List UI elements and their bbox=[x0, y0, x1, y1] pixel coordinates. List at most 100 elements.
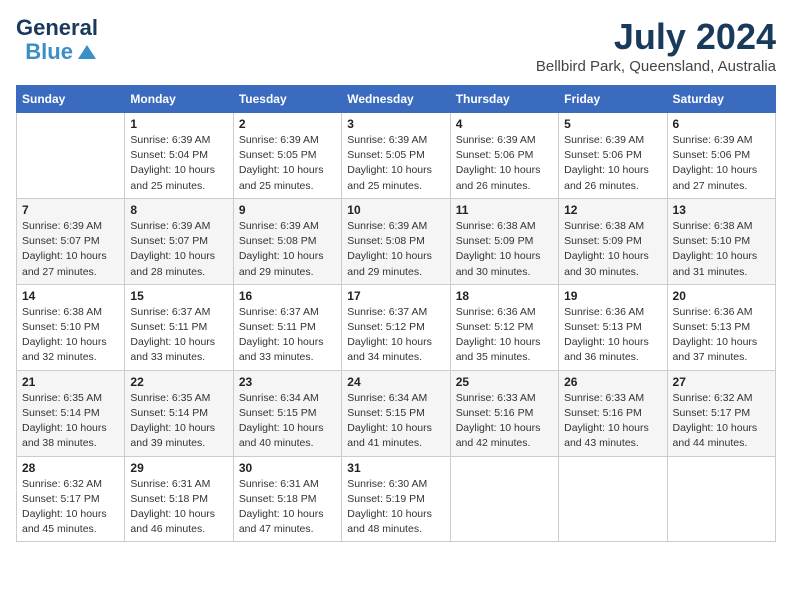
calendar-cell: 9 Sunrise: 6:39 AM Sunset: 5:08 PM Daylig… bbox=[233, 198, 341, 284]
day-number: 20 bbox=[673, 289, 770, 303]
day-detail: Sunrise: 6:31 AM Sunset: 5:18 PM Dayligh… bbox=[239, 477, 336, 538]
calendar-cell: 30 Sunrise: 6:31 AM Sunset: 5:18 PM Dayli… bbox=[233, 456, 341, 542]
day-number: 28 bbox=[22, 461, 119, 475]
day-number: 29 bbox=[130, 461, 227, 475]
logo-text-blue: Blue bbox=[25, 40, 73, 64]
day-detail: Sunrise: 6:39 AM Sunset: 5:07 PM Dayligh… bbox=[130, 219, 227, 280]
day-number: 18 bbox=[456, 289, 553, 303]
calendar-cell: 20 Sunrise: 6:36 AM Sunset: 5:13 PM Dayli… bbox=[667, 284, 775, 370]
day-detail: Sunrise: 6:38 AM Sunset: 5:09 PM Dayligh… bbox=[564, 219, 661, 280]
calendar-cell: 17 Sunrise: 6:37 AM Sunset: 5:12 PM Dayli… bbox=[342, 284, 450, 370]
day-detail: Sunrise: 6:39 AM Sunset: 5:08 PM Dayligh… bbox=[239, 219, 336, 280]
day-detail: Sunrise: 6:34 AM Sunset: 5:15 PM Dayligh… bbox=[239, 391, 336, 452]
day-number: 19 bbox=[564, 289, 661, 303]
day-detail: Sunrise: 6:35 AM Sunset: 5:14 PM Dayligh… bbox=[130, 391, 227, 452]
calendar-week-4: 21 Sunrise: 6:35 AM Sunset: 5:14 PM Dayli… bbox=[17, 370, 776, 456]
day-number: 12 bbox=[564, 203, 661, 217]
calendar-header-row: SundayMondayTuesdayWednesdayThursdayFrid… bbox=[17, 86, 776, 113]
logo: General Blue bbox=[16, 16, 98, 64]
day-number: 4 bbox=[456, 117, 553, 131]
calendar-cell: 13 Sunrise: 6:38 AM Sunset: 5:10 PM Dayli… bbox=[667, 198, 775, 284]
calendar-cell: 10Sunrise: 6:39 AM Sunset: 5:08 PM Dayli… bbox=[342, 198, 450, 284]
calendar-cell: 27 Sunrise: 6:32 AM Sunset: 5:17 PM Dayli… bbox=[667, 370, 775, 456]
day-detail: Sunrise: 6:39 AM Sunset: 5:05 PM Dayligh… bbox=[239, 133, 336, 194]
calendar-cell: 6 Sunrise: 6:39 AM Sunset: 5:06 PM Daylig… bbox=[667, 113, 775, 199]
day-detail: Sunrise: 6:36 AM Sunset: 5:13 PM Dayligh… bbox=[673, 305, 770, 366]
day-number: 27 bbox=[673, 375, 770, 389]
day-number: 15 bbox=[130, 289, 227, 303]
day-number: 22 bbox=[130, 375, 227, 389]
day-number: 21 bbox=[22, 375, 119, 389]
day-detail: Sunrise: 6:39 AM Sunset: 5:08 PM Dayligh… bbox=[347, 219, 444, 280]
weekday-header-saturday: Saturday bbox=[667, 86, 775, 113]
day-detail: Sunrise: 6:39 AM Sunset: 5:07 PM Dayligh… bbox=[22, 219, 119, 280]
calendar-cell: 25 Sunrise: 6:33 AM Sunset: 5:16 PM Dayli… bbox=[450, 370, 558, 456]
logo-icon bbox=[76, 41, 98, 63]
weekday-header-sunday: Sunday bbox=[17, 86, 125, 113]
calendar-cell: 16Sunrise: 6:37 AM Sunset: 5:11 PM Dayli… bbox=[233, 284, 341, 370]
page-header: General Blue July 2024 Bellbird Park, Qu… bbox=[16, 16, 776, 75]
calendar-body: 1 Sunrise: 6:39 AM Sunset: 5:04 PM Daylig… bbox=[17, 113, 776, 542]
weekday-header-wednesday: Wednesday bbox=[342, 86, 450, 113]
calendar-cell: 8Sunrise: 6:39 AM Sunset: 5:07 PM Daylig… bbox=[125, 198, 233, 284]
day-number: 1 bbox=[130, 117, 227, 131]
day-number: 25 bbox=[456, 375, 553, 389]
day-number: 9 bbox=[239, 203, 336, 217]
day-number: 26 bbox=[564, 375, 661, 389]
day-detail: Sunrise: 6:36 AM Sunset: 5:13 PM Dayligh… bbox=[564, 305, 661, 366]
calendar-cell bbox=[667, 456, 775, 542]
day-detail: Sunrise: 6:37 AM Sunset: 5:11 PM Dayligh… bbox=[130, 305, 227, 366]
day-detail: Sunrise: 6:39 AM Sunset: 5:05 PM Dayligh… bbox=[347, 133, 444, 194]
day-number: 23 bbox=[239, 375, 336, 389]
day-number: 30 bbox=[239, 461, 336, 475]
logo-text-general: General bbox=[16, 16, 98, 40]
day-detail: Sunrise: 6:31 AM Sunset: 5:18 PM Dayligh… bbox=[130, 477, 227, 538]
weekday-header-friday: Friday bbox=[559, 86, 667, 113]
day-number: 24 bbox=[347, 375, 444, 389]
day-number: 17 bbox=[347, 289, 444, 303]
calendar-week-1: 1 Sunrise: 6:39 AM Sunset: 5:04 PM Daylig… bbox=[17, 113, 776, 199]
calendar-cell: 18 Sunrise: 6:36 AM Sunset: 5:12 PM Dayli… bbox=[450, 284, 558, 370]
day-detail: Sunrise: 6:32 AM Sunset: 5:17 PM Dayligh… bbox=[673, 391, 770, 452]
calendar-cell: 14Sunrise: 6:38 AM Sunset: 5:10 PM Dayli… bbox=[17, 284, 125, 370]
calendar-cell: 24 Sunrise: 6:34 AM Sunset: 5:15 PM Dayli… bbox=[342, 370, 450, 456]
weekday-header-monday: Monday bbox=[125, 86, 233, 113]
day-detail: Sunrise: 6:32 AM Sunset: 5:17 PM Dayligh… bbox=[22, 477, 119, 538]
calendar-cell: 23 Sunrise: 6:34 AM Sunset: 5:15 PM Dayli… bbox=[233, 370, 341, 456]
day-detail: Sunrise: 6:30 AM Sunset: 5:19 PM Dayligh… bbox=[347, 477, 444, 538]
day-detail: Sunrise: 6:34 AM Sunset: 5:15 PM Dayligh… bbox=[347, 391, 444, 452]
day-detail: Sunrise: 6:35 AM Sunset: 5:14 PM Dayligh… bbox=[22, 391, 119, 452]
calendar-table: SundayMondayTuesdayWednesdayThursdayFrid… bbox=[16, 85, 776, 542]
day-number: 5 bbox=[564, 117, 661, 131]
calendar-cell bbox=[450, 456, 558, 542]
day-detail: Sunrise: 6:36 AM Sunset: 5:12 PM Dayligh… bbox=[456, 305, 553, 366]
calendar-subtitle: Bellbird Park, Queensland, Australia bbox=[536, 58, 776, 75]
calendar-cell: 2Sunrise: 6:39 AM Sunset: 5:05 PM Daylig… bbox=[233, 113, 341, 199]
calendar-cell: 11Sunrise: 6:38 AM Sunset: 5:09 PM Dayli… bbox=[450, 198, 558, 284]
day-detail: Sunrise: 6:39 AM Sunset: 5:04 PM Dayligh… bbox=[130, 133, 227, 194]
calendar-title: July 2024 bbox=[536, 16, 776, 58]
day-detail: Sunrise: 6:38 AM Sunset: 5:10 PM Dayligh… bbox=[22, 305, 119, 366]
day-detail: Sunrise: 6:38 AM Sunset: 5:10 PM Dayligh… bbox=[673, 219, 770, 280]
title-block: July 2024 Bellbird Park, Queensland, Aus… bbox=[536, 16, 776, 75]
calendar-week-2: 7 Sunrise: 6:39 AM Sunset: 5:07 PM Daylig… bbox=[17, 198, 776, 284]
calendar-cell: 19 Sunrise: 6:36 AM Sunset: 5:13 PM Dayli… bbox=[559, 284, 667, 370]
calendar-cell: 28 Sunrise: 6:32 AM Sunset: 5:17 PM Dayli… bbox=[17, 456, 125, 542]
day-detail: Sunrise: 6:39 AM Sunset: 5:06 PM Dayligh… bbox=[673, 133, 770, 194]
day-detail: Sunrise: 6:37 AM Sunset: 5:12 PM Dayligh… bbox=[347, 305, 444, 366]
calendar-cell: 29 Sunrise: 6:31 AM Sunset: 5:18 PM Dayli… bbox=[125, 456, 233, 542]
calendar-cell: 1 Sunrise: 6:39 AM Sunset: 5:04 PM Daylig… bbox=[125, 113, 233, 199]
day-number: 6 bbox=[673, 117, 770, 131]
calendar-cell: 21 Sunrise: 6:35 AM Sunset: 5:14 PM Dayli… bbox=[17, 370, 125, 456]
calendar-cell bbox=[559, 456, 667, 542]
day-detail: Sunrise: 6:33 AM Sunset: 5:16 PM Dayligh… bbox=[564, 391, 661, 452]
calendar-cell: 7 Sunrise: 6:39 AM Sunset: 5:07 PM Daylig… bbox=[17, 198, 125, 284]
calendar-cell: 26 Sunrise: 6:33 AM Sunset: 5:16 PM Dayli… bbox=[559, 370, 667, 456]
day-number: 16 bbox=[239, 289, 336, 303]
day-number: 13 bbox=[673, 203, 770, 217]
calendar-cell bbox=[17, 113, 125, 199]
day-detail: Sunrise: 6:33 AM Sunset: 5:16 PM Dayligh… bbox=[456, 391, 553, 452]
calendar-week-5: 28 Sunrise: 6:32 AM Sunset: 5:17 PM Dayli… bbox=[17, 456, 776, 542]
calendar-week-3: 14Sunrise: 6:38 AM Sunset: 5:10 PM Dayli… bbox=[17, 284, 776, 370]
day-number: 7 bbox=[22, 203, 119, 217]
